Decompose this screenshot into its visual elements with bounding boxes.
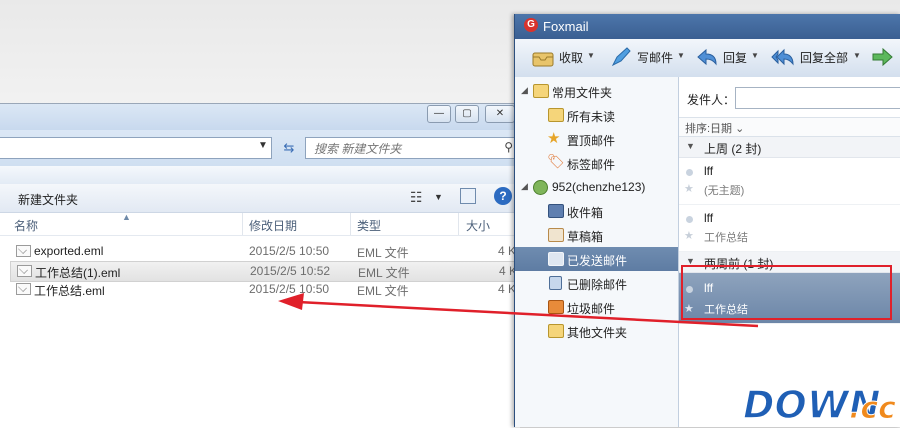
watermark-logo: DOWN .cc xyxy=(742,382,896,427)
drag-arrow xyxy=(278,293,759,328)
watermark-suffix: .cc xyxy=(849,391,896,426)
